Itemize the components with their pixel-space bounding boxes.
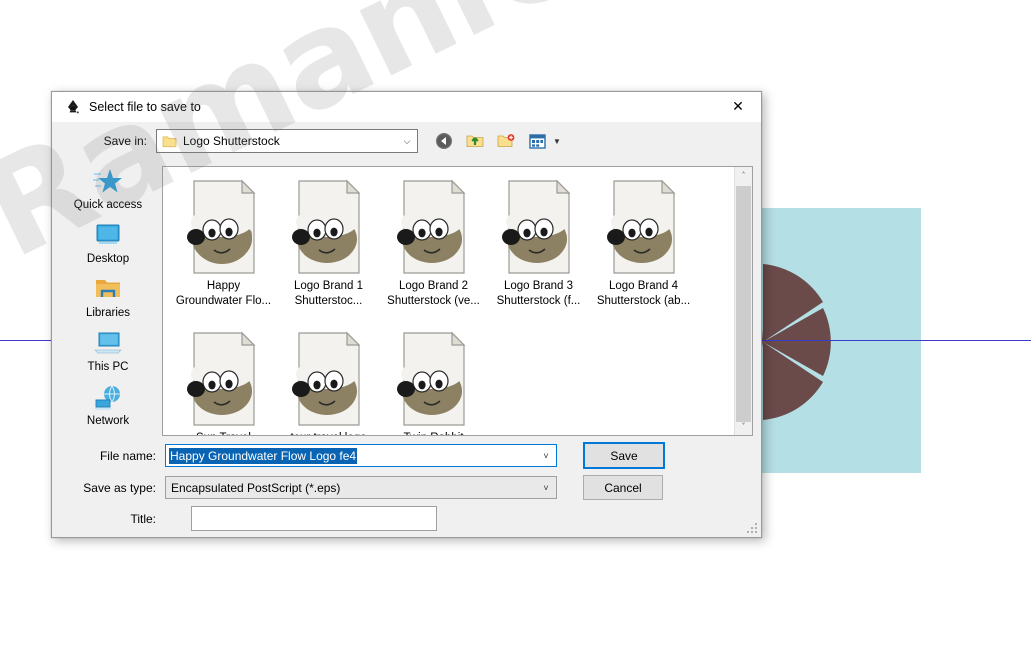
file-label-line1: Happy — [206, 280, 241, 292]
chevron-down-icon[interactable]: ˅ — [536, 451, 556, 461]
up-one-level-icon[interactable] — [464, 130, 486, 152]
gimp-file-icon — [186, 331, 262, 427]
scroll-up-icon[interactable]: ˄ — [735, 167, 752, 184]
dialog-titlebar[interactable]: Select file to save to ✕ — [52, 92, 761, 122]
sidebar-item-label: Libraries — [85, 307, 131, 319]
gimp-file-icon — [291, 179, 367, 275]
file-label: Logo Brand 1 Shutterstoc... — [279, 279, 379, 309]
views-icon[interactable] — [526, 130, 548, 152]
folder-icon — [162, 135, 177, 147]
chevron-down-icon[interactable]: ˅ — [536, 483, 556, 493]
sidebar-item-network[interactable]: Network — [63, 382, 153, 433]
file-label: Happy Groundwater Flo... — [174, 279, 274, 309]
gimp-file-icon — [396, 331, 472, 427]
chevron-down-icon[interactable]: ⌵ — [397, 136, 417, 147]
file-label: Logo Brand 2 Shutterstock (ve... — [384, 279, 484, 309]
dialog-title: Select file to save to — [89, 100, 201, 114]
sidebar-item-quick-access[interactable]: Quick access — [63, 166, 153, 217]
scrollbar-track[interactable] — [735, 184, 752, 422]
file-item[interactable]: Logo Brand 2 Shutterstock (ve... — [381, 175, 486, 327]
file-grid: Happy Groundwater Flo... Logo Brand 1 Sh… — [163, 167, 734, 435]
back-arrow-icon[interactable] — [433, 130, 455, 152]
file-label: Logo Brand 3 Shutterstock (f... — [489, 279, 589, 309]
save-in-label: Save in: — [103, 134, 147, 148]
dialog-toolbar: Save in: Logo Shutterstock ⌵ ▼ — [52, 122, 761, 160]
file-name-value: Happy Groundwater Flow Logo fe4 — [169, 447, 358, 464]
gimp-file-icon — [606, 179, 682, 275]
file-item[interactable]: Logo Brand 3 Shutterstock (f... — [486, 175, 591, 327]
save-in-value: Logo Shutterstock — [183, 134, 280, 148]
toolbar-buttons: ▼ — [433, 130, 561, 152]
cancel-button[interactable]: Cancel — [583, 475, 663, 500]
resize-grip-icon[interactable] — [746, 522, 758, 534]
save-button[interactable]: Save — [583, 442, 665, 469]
file-label-line1: tour travel logo — [279, 431, 379, 435]
title-row: Title: — [60, 506, 753, 531]
sidebar-item-label: Quick access — [73, 199, 143, 211]
file-name-row: File name: Happy Groundwater Flow Logo f… — [60, 442, 753, 469]
sidebar-item-label: Desktop — [86, 253, 130, 265]
title-label: Title: — [130, 511, 156, 526]
gimp-file-icon — [291, 331, 367, 427]
inkscape-logo-icon — [68, 100, 79, 114]
save-as-type-label: Save as type: — [83, 480, 156, 495]
gimp-file-icon — [186, 179, 262, 275]
file-item[interactable]: Sun Travel Shutterstock — [171, 327, 276, 435]
dialog-body: Quick access Desktop Libraries This PC N… — [52, 160, 761, 436]
file-label-line2: Groundwater Flo... — [175, 294, 272, 307]
save-form: File name: Happy Groundwater Flow Logo f… — [52, 436, 761, 537]
file-label: Sun Travel Shutterstock — [174, 431, 274, 435]
views-dropdown-arrow-icon[interactable]: ▼ — [553, 137, 561, 146]
file-label-line1: Logo Brand 2 — [398, 280, 469, 292]
sidebar-item-desktop[interactable]: Desktop — [63, 220, 153, 271]
new-folder-icon[interactable] — [495, 130, 517, 152]
sidebar-item-this-pc[interactable]: This PC — [63, 328, 153, 379]
file-label: Twin Rabbit shutterstock — [384, 431, 484, 435]
file-label-line1: Sun Travel — [174, 431, 274, 435]
gimp-file-icon — [501, 179, 577, 275]
file-label-line1: Logo Brand 4 — [608, 280, 679, 292]
monitor-icon — [93, 220, 123, 250]
sidebar-item-label: This PC — [87, 361, 129, 373]
file-label-line1: Logo Brand 3 — [503, 280, 574, 292]
save-as-type-value: Encapsulated PostScript (*.eps) — [171, 480, 341, 495]
file-item[interactable]: Logo Brand 1 Shutterstoc... — [276, 175, 381, 327]
file-label-line2: Shutterstoc... — [294, 294, 363, 307]
save-in-combo[interactable]: Logo Shutterstock ⌵ — [156, 129, 418, 153]
file-label: tour travel logo — [279, 431, 379, 435]
libraries-folder-icon — [93, 274, 123, 304]
save-as-type-row: Save as type: Encapsulated PostScript (*… — [60, 475, 753, 500]
file-list-scrollbar[interactable]: ˄ ˅ — [734, 167, 752, 435]
file-item[interactable]: Logo Brand 4 Shutterstock (ab... — [591, 175, 696, 327]
file-item[interactable]: tour travel logo — [276, 327, 381, 435]
gimp-file-icon — [396, 179, 472, 275]
file-label: Logo Brand 4 Shutterstock (ab... — [594, 279, 694, 309]
file-item[interactable]: Twin Rabbit shutterstock — [381, 327, 486, 435]
computer-icon — [93, 328, 123, 358]
sidebar-item-label: Network — [86, 415, 130, 427]
title-input[interactable] — [191, 506, 437, 531]
file-list[interactable]: Happy Groundwater Flo... Logo Brand 1 Sh… — [162, 166, 753, 436]
save-as-type-select[interactable]: Encapsulated PostScript (*.eps) ˅ — [165, 476, 557, 499]
file-item[interactable]: Happy Groundwater Flo... — [171, 175, 276, 327]
file-label-line1: Logo Brand 1 — [293, 280, 364, 292]
file-label-line2: Shutterstock (f... — [496, 294, 581, 307]
network-globe-icon — [93, 382, 123, 412]
star-icon — [93, 166, 123, 196]
file-label-line2: Shutterstock (ab... — [596, 294, 691, 307]
places-sidebar: Quick access Desktop Libraries This PC N… — [60, 160, 156, 436]
save-file-dialog: Select file to save to ✕ Save in: Logo S… — [51, 91, 762, 538]
file-label-line2: Shutterstock (ve... — [387, 294, 480, 307]
file-name-label: File name: — [99, 448, 156, 463]
scrollbar-thumb[interactable] — [736, 186, 751, 422]
file-name-input[interactable]: Happy Groundwater Flow Logo fe4 ˅ — [165, 444, 557, 467]
close-icon[interactable]: ✕ — [715, 93, 761, 122]
file-label-line1: Twin Rabbit — [384, 431, 484, 435]
sidebar-item-libraries[interactable]: Libraries — [63, 274, 153, 325]
